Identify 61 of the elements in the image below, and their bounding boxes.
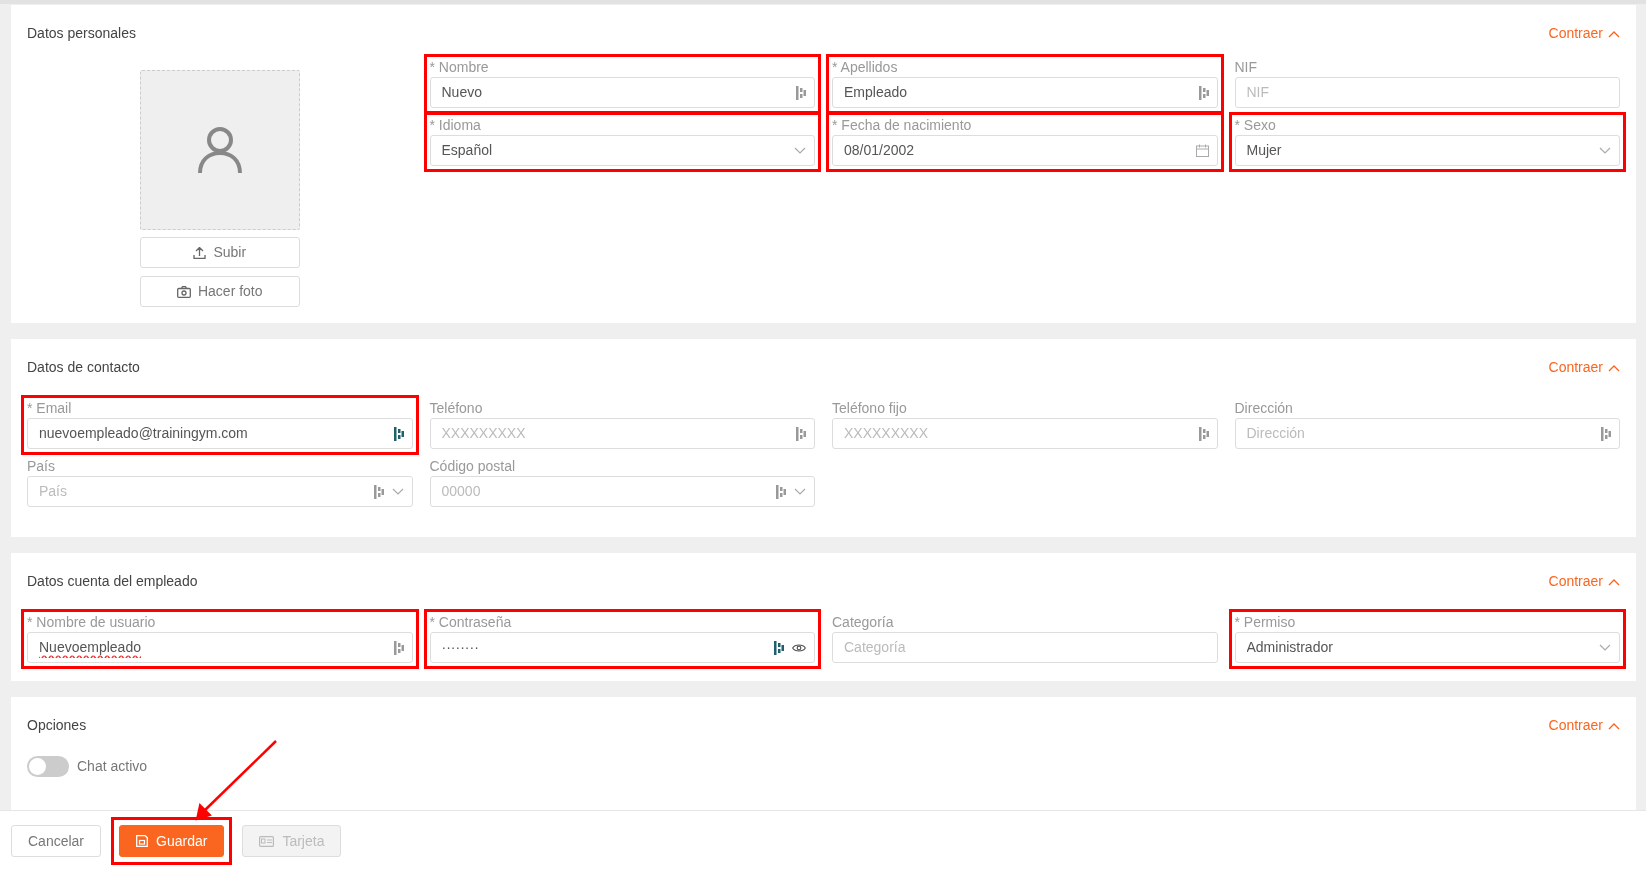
cancel-button[interactable]: Cancelar	[11, 825, 102, 857]
chevron-down-icon	[391, 487, 404, 496]
chevron-up-icon	[1608, 577, 1620, 586]
chevron-down-icon	[794, 146, 806, 155]
chevron-down-icon	[1599, 146, 1611, 155]
collapse-link[interactable]: Contraer	[1548, 23, 1620, 44]
field-label: * Apellidos	[832, 59, 899, 76]
collapse-link[interactable]: Contraer	[1548, 357, 1620, 378]
person-icon	[197, 127, 242, 173]
text-field[interactable]: Nuevo	[429, 77, 815, 108]
section-title: Datos cuenta del empleado	[27, 572, 198, 591]
field-label: Teléfono	[429, 400, 484, 417]
toggle-label: Chat activo	[77, 757, 148, 776]
camera-icon	[176, 285, 191, 298]
id-card-icon	[259, 835, 275, 847]
upload-icon	[193, 246, 207, 259]
select-field[interactable]: Español	[429, 135, 815, 166]
select-field[interactable]: Mujer	[1234, 135, 1620, 166]
field-label: * Sexo	[1234, 117, 1277, 134]
text-field[interactable]: XXXXXXXXX	[832, 418, 1218, 449]
photo-button[interactable]: Subir	[139, 237, 300, 268]
field-label: * Idioma	[429, 117, 482, 134]
section-title: Datos personales	[27, 24, 136, 43]
field-label: * Permiso	[1234, 614, 1297, 631]
eye-icon	[792, 642, 806, 653]
chevron-up-icon	[1608, 29, 1620, 38]
text-field[interactable]: XXXXXXXXX	[429, 418, 815, 449]
calendar-icon	[1195, 144, 1209, 157]
password-field[interactable]: ········	[429, 632, 815, 663]
chevron-up-icon	[1608, 363, 1620, 372]
field-label: NIF	[1234, 59, 1259, 76]
field-label: * Email	[27, 400, 73, 417]
select-field[interactable]: País	[27, 476, 413, 507]
text-field[interactable]: NIF	[1234, 77, 1620, 108]
text-field[interactable]: Empleado	[832, 77, 1218, 108]
save-button[interactable]: Guardar	[119, 825, 225, 857]
field-label: * Nombre	[429, 59, 490, 76]
date-field[interactable]: 08/01/2002	[832, 135, 1218, 166]
field-label: Categoría	[832, 614, 895, 631]
text-field[interactable]: Categoría	[832, 632, 1218, 663]
section-title: Opciones	[27, 716, 87, 735]
section-title: Datos de contacto	[27, 358, 140, 377]
field-label: Código postal	[429, 458, 517, 475]
field-label: * Fecha de nacimiento	[832, 117, 973, 134]
chevron-down-icon	[794, 487, 806, 496]
field-label: Teléfono fijo	[832, 400, 908, 417]
text-field[interactable]: Dirección	[1234, 418, 1620, 449]
toggle-switch[interactable]	[27, 756, 69, 777]
chevron-down-icon	[1599, 643, 1611, 652]
photo-button[interactable]: Hacer foto	[139, 276, 300, 307]
chevron-up-icon	[1608, 721, 1620, 730]
field-label: * Nombre de usuario	[27, 614, 157, 631]
collapse-link[interactable]: Contraer	[1548, 715, 1620, 736]
field-label: País	[27, 458, 56, 475]
select-field[interactable]: Administrador	[1234, 632, 1620, 663]
select-field[interactable]: 00000	[429, 476, 815, 507]
field-label: * Contraseña	[429, 614, 513, 631]
collapse-link[interactable]: Contraer	[1548, 571, 1620, 592]
field-label: Dirección	[1234, 400, 1294, 417]
text-field[interactable]: Nuevoempleado	[27, 632, 413, 663]
text-field[interactable]: nuevoempleado@trainingym.com	[27, 418, 413, 449]
